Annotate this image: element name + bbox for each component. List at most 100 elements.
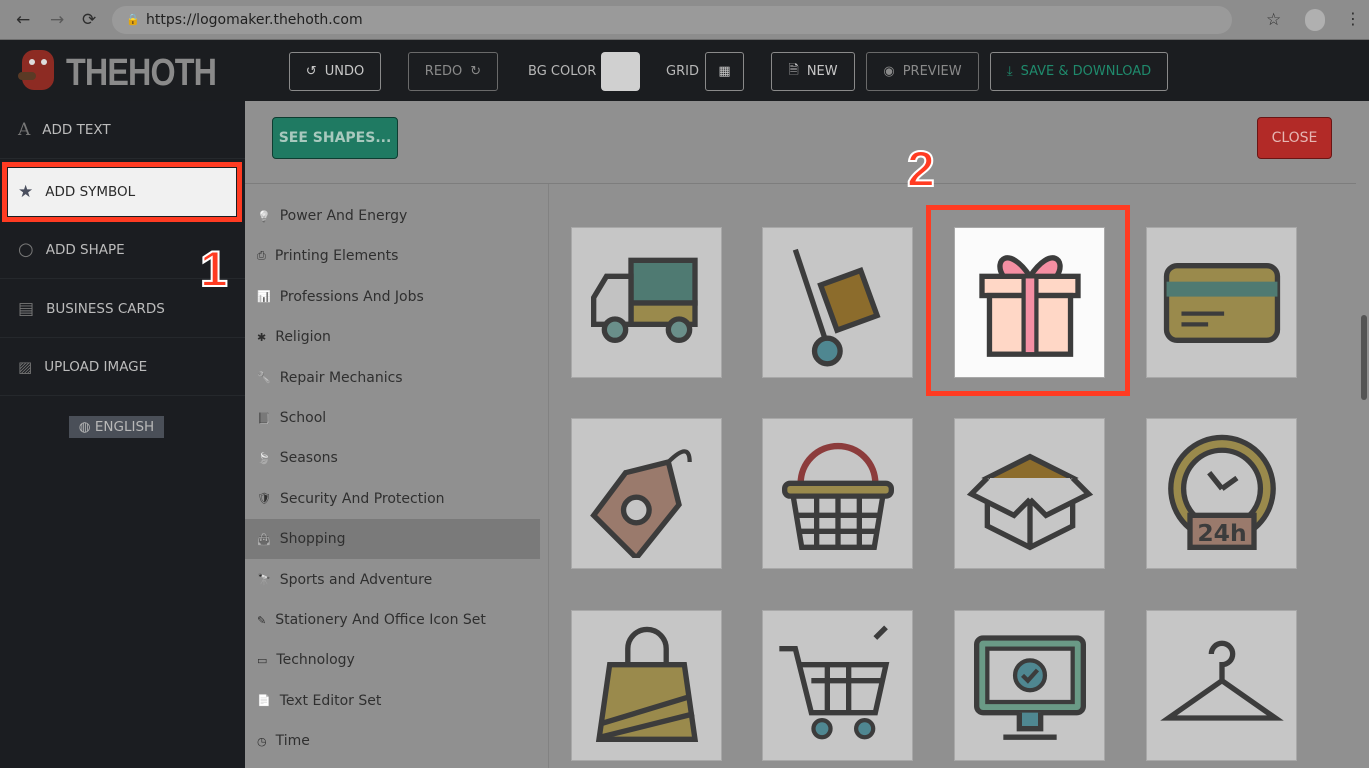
category-label: Security And Protection — [279, 490, 445, 507]
sidebar-item-add-text[interactable]: A ADD TEXT — [0, 101, 245, 159]
undo-label: UNDO — [324, 64, 365, 79]
panel-topbar — [245, 101, 1356, 184]
category-label: School — [279, 410, 327, 426]
category-icon: ✱ — [257, 330, 267, 344]
category-divider — [548, 184, 549, 768]
shopping-bag-icon — [595, 626, 698, 742]
url-text: https://logomaker.thehoth.com — [146, 12, 363, 28]
category-icon: 💡 — [257, 209, 271, 223]
category-icon: 👜 — [257, 532, 271, 546]
symbol-tile-monitor-check[interactable] — [954, 610, 1105, 761]
preview-label: PREVIEW — [902, 64, 962, 79]
symbol-tile-shopping-bag[interactable] — [571, 610, 722, 761]
redo-label: REDO — [424, 64, 463, 79]
category-item[interactable]: ◷ Time — [245, 721, 540, 761]
hoth-mascot-logo — [18, 50, 54, 90]
symbol-tile-delivery-truck[interactable] — [571, 227, 722, 378]
address-bar[interactable]: 🔒 https://logomaker.thehoth.com — [112, 6, 1232, 34]
grid-button[interactable]: ▦ — [705, 52, 744, 91]
category-item[interactable]: 👜 Shopping — [245, 519, 540, 560]
step2-highlight — [926, 205, 1130, 396]
open-box-icon — [966, 453, 1093, 550]
category-item[interactable]: ✎ Stationery And Office Icon Set — [245, 600, 540, 640]
redo-icon: ↻ — [470, 64, 482, 79]
symbol-tile-shopping-cart[interactable] — [762, 610, 913, 761]
close-button[interactable]: CLOSE — [1257, 117, 1332, 159]
category-icon: ◷ — [257, 734, 267, 748]
monitor-check-icon — [973, 634, 1086, 740]
category-item[interactable]: ▭ Technology — [245, 640, 540, 680]
file-icon: 🗎 — [788, 62, 799, 78]
bg-color-swatch[interactable] — [601, 52, 640, 91]
lock-icon: 🔒 — [126, 13, 140, 26]
category-item[interactable]: 📘 School — [245, 398, 540, 438]
bookmark-star-icon[interactable]: ☆ — [1266, 10, 1281, 30]
redo-button[interactable]: REDO ↻ — [408, 52, 498, 91]
globe-icon: ◍ — [78, 419, 91, 435]
language-button[interactable]: ◍ ENGLISH — [69, 416, 164, 438]
new-button[interactable]: 🗎 NEW — [771, 52, 855, 91]
category-icon: ⎙ — [257, 249, 266, 263]
category-label: Shopping — [279, 531, 346, 548]
symbol-tile-open-box[interactable] — [954, 418, 1105, 569]
credit-card-icon — [1163, 262, 1280, 343]
menu-dots-icon[interactable]: ⋮ — [1345, 9, 1361, 28]
category-icon: 📊 — [257, 290, 271, 304]
category-item[interactable]: 📄 Text Editor Set — [245, 681, 540, 721]
delivery-truck-icon — [590, 257, 698, 343]
undo-button[interactable]: ↺ UNDO — [289, 52, 381, 91]
see-shapes-button[interactable]: SEE SHAPES... — [272, 117, 398, 159]
eye-icon: ◉ — [883, 64, 895, 79]
sidebar-item-label: ADD SHAPE — [45, 241, 125, 258]
category-item[interactable]: 🔧 Repair Mechanics — [245, 358, 540, 398]
profile-avatar[interactable] — [1305, 9, 1325, 31]
category-item[interactable]: ✱ Religion — [245, 317, 540, 357]
category-label: Printing Elements — [274, 248, 399, 265]
id-card-icon: ▤ — [18, 298, 35, 319]
symbol-tile-hanger[interactable] — [1146, 610, 1297, 761]
category-item[interactable]: 📊 Professions And Jobs — [245, 277, 540, 317]
sidebar-item-label: UPLOAD IMAGE — [44, 358, 148, 375]
symbol-tile-basket[interactable] — [762, 418, 913, 569]
category-label: Seasons — [279, 450, 338, 467]
category-item[interactable]: 💡 Power And Energy — [245, 196, 540, 236]
language-label: ENGLISH — [94, 419, 155, 435]
symbol-tile-price-tag[interactable] — [571, 418, 722, 569]
forward-icon[interactable]: → — [50, 10, 64, 30]
category-label: Time — [275, 733, 310, 750]
scrollbar-thumb[interactable] — [1361, 315, 1367, 400]
category-item[interactable]: 🔭 Sports and Adventure — [245, 560, 540, 600]
download-icon: ⤓ — [1006, 64, 1013, 79]
back-icon[interactable]: ← — [16, 10, 30, 30]
reload-icon[interactable]: ⟳ — [82, 10, 96, 30]
logo-text: THEHOTH — [66, 52, 217, 94]
category-item[interactable]: 🍃 Seasons — [245, 438, 540, 478]
text-icon: A — [18, 119, 31, 140]
save-download-button[interactable]: ⤓ SAVE & DOWNLOAD — [990, 52, 1168, 91]
price-tag-icon — [589, 448, 692, 558]
category-icon: ▭ — [257, 653, 268, 667]
category-label: Repair Mechanics — [279, 369, 403, 386]
step1-label: 1 — [199, 240, 229, 298]
sidebar-item-label: BUSINESS CARDS — [46, 300, 165, 317]
save-label: SAVE & DOWNLOAD — [1020, 64, 1152, 79]
sidebar-item-label: ADD TEXT — [42, 121, 111, 138]
symbol-tile-24h-clock[interactable]: 24h — [1146, 418, 1297, 569]
sidebar-item-upload-image[interactable]: ▨ UPLOAD IMAGE — [0, 338, 245, 396]
new-label: NEW — [806, 64, 838, 79]
svg-text:24h: 24h — [1197, 518, 1246, 546]
bg-color-label: BG COLOR — [528, 64, 597, 79]
category-icon: 🔭 — [257, 573, 271, 587]
category-item[interactable]: ⎙ Printing Elements — [245, 236, 540, 276]
symbol-tile-hand-truck[interactable] — [762, 227, 913, 378]
step2-label: 2 — [906, 140, 936, 198]
category-label: Stationery And Office Icon Set — [275, 612, 486, 628]
category-icon: 🔧 — [257, 371, 271, 385]
basket-icon — [781, 442, 894, 550]
image-icon: ▨ — [18, 357, 33, 376]
category-label: Power And Energy — [279, 208, 408, 224]
category-item[interactable]: 🛡 Security And Protection — [245, 479, 540, 519]
circle-icon: ○ — [18, 239, 34, 260]
symbol-tile-credit-card[interactable] — [1146, 227, 1297, 378]
preview-button[interactable]: ◉ PREVIEW — [866, 52, 979, 91]
